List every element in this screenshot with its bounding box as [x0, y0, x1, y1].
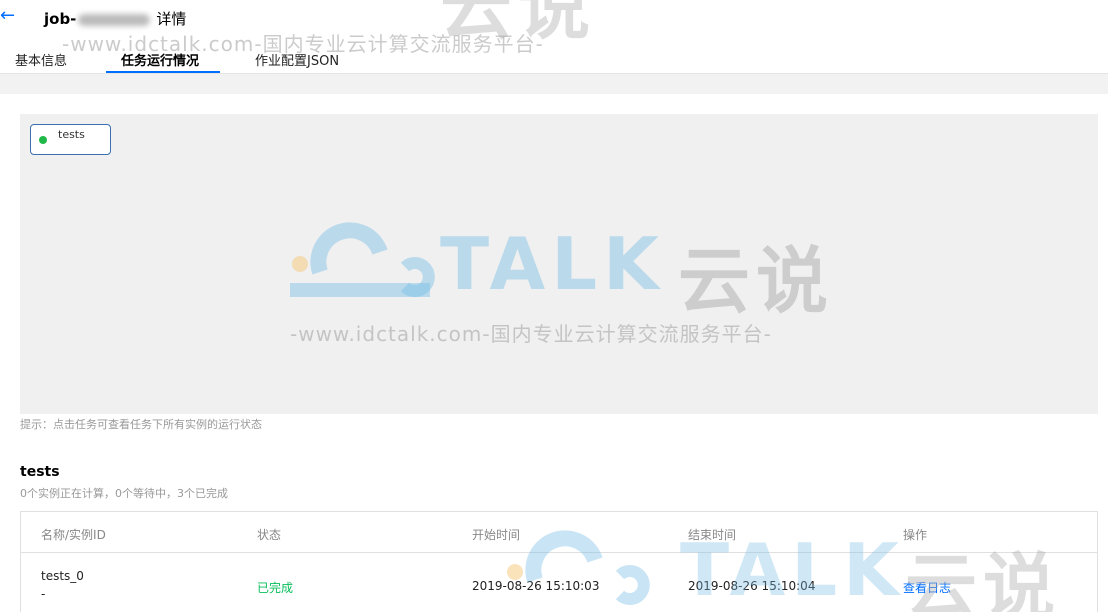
title-suffix: 详情	[156, 10, 187, 28]
column-header-status: 状态	[257, 528, 282, 542]
instance-id: -	[41, 587, 46, 601]
view-log-link[interactable]: 查看日志	[903, 579, 951, 596]
column-header-action: 操作	[903, 528, 928, 542]
end-time: 2019-08-26 15:10:04	[688, 579, 816, 593]
tab-job-config-json[interactable]: 作业配置JSON	[255, 50, 339, 74]
redacted-job-id	[78, 13, 151, 26]
page-title: job- 详情	[44, 8, 186, 29]
status-dot-icon	[39, 136, 47, 144]
task-node-label: tests	[58, 128, 85, 141]
task-graph-canvas[interactable]: tests	[20, 114, 1098, 414]
arrow-left-icon[interactable]: ←	[0, 6, 18, 26]
task-name-heading: tests	[20, 464, 60, 480]
tab-bar: 基本信息 任务运行情况 作业配置JSON	[0, 44, 1108, 74]
active-tab-indicator	[106, 71, 220, 73]
canvas-hint: 提示：点击任务可查看任务下所有实例的运行状态	[20, 418, 262, 431]
task-instance-summary: 0个实例正在计算，0个等待中，3个已完成	[20, 487, 228, 500]
instance-name: tests_0	[41, 569, 84, 583]
title-prefix: job-	[44, 10, 77, 28]
table-header: 名称/实例ID 状态 开始时间 结束时间 操作	[21, 512, 1097, 553]
start-time: 2019-08-26 15:10:03	[472, 579, 600, 593]
task-node-tests[interactable]: tests	[30, 124, 111, 155]
column-header-end-time: 结束时间	[688, 528, 737, 542]
column-header-name: 名称/实例ID	[41, 528, 106, 542]
page-header: ← job- 详情	[0, 0, 1108, 36]
section-divider	[0, 74, 1108, 94]
instance-table: 名称/实例ID 状态 开始时间 结束时间 操作 tests_0 - 已完成 20…	[20, 511, 1098, 612]
column-header-start-time: 开始时间	[472, 528, 521, 542]
tab-basic-info[interactable]: 基本信息	[15, 50, 67, 74]
status-badge: 已完成	[257, 581, 294, 595]
